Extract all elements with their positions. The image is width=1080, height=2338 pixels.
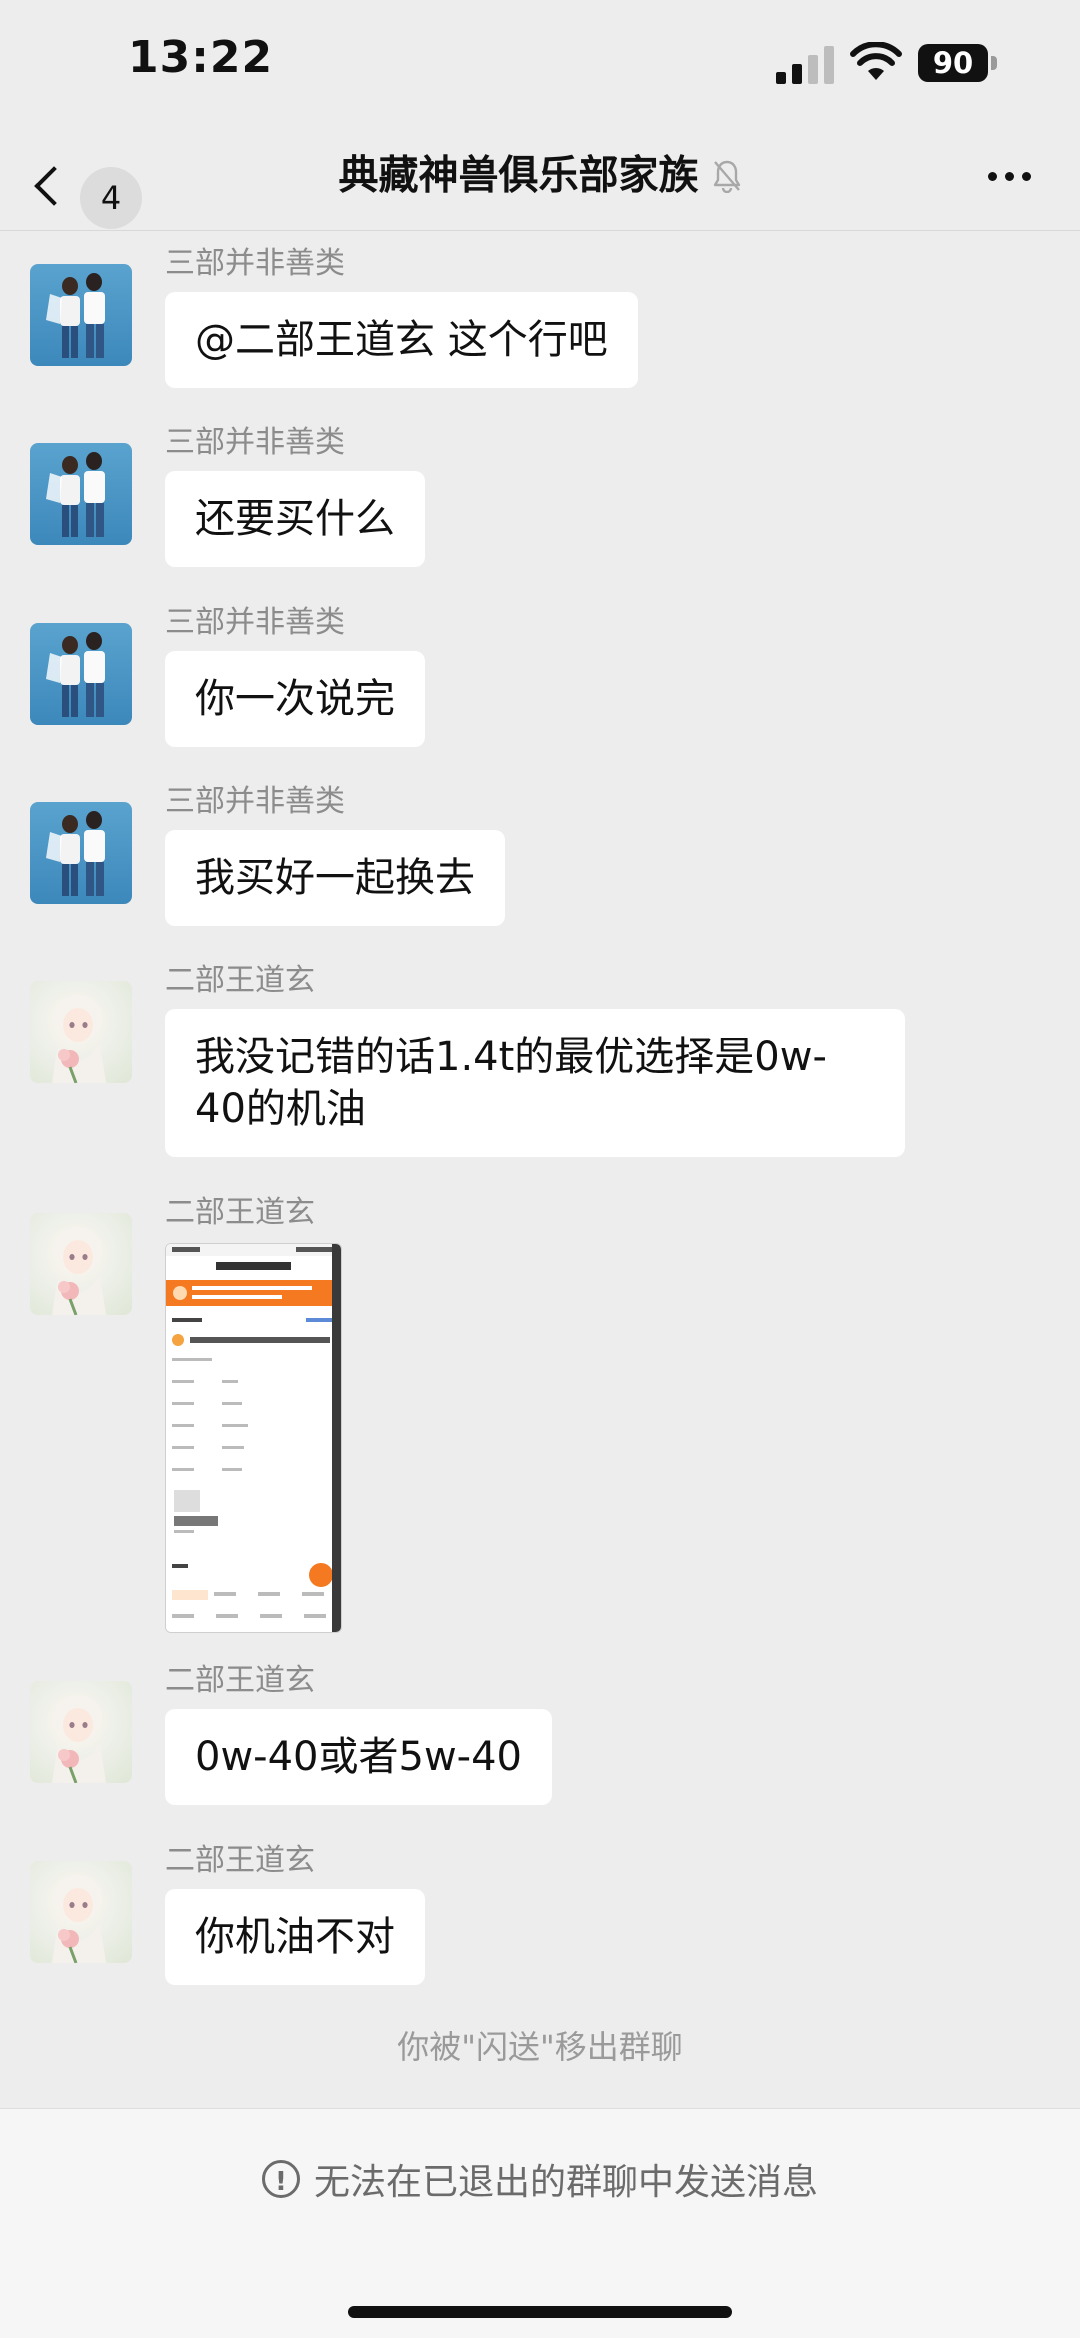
cannot-send-text: 无法在已退出的群聊中发送消息 <box>313 2162 818 2203</box>
message-bubble[interactable]: 我没记错的话1.4t的最优选择是0w-40的机油 <box>165 1009 905 1157</box>
sender-name: 三部并非善类 <box>165 605 345 640</box>
more-dot-icon <box>1022 172 1031 181</box>
back-chevron-icon <box>34 166 74 206</box>
sender-name: 二部王道玄 <box>165 1663 315 1698</box>
chat-header: 典藏神兽俱乐部家族 4 <box>0 120 1080 231</box>
cannot-send-notice: ! 无法在已退出的群聊中发送消息 <box>0 2153 1080 2205</box>
more-dot-icon <box>1005 172 1014 181</box>
sender-name: 二部王道玄 <box>165 963 315 998</box>
battery-level: 90 <box>918 44 988 82</box>
battery-icon: 90 <box>918 44 1002 82</box>
avatar[interactable] <box>30 1861 132 1963</box>
avatar[interactable] <box>30 1681 132 1783</box>
image-message-thumbnail[interactable] <box>165 1243 342 1633</box>
avatar[interactable] <box>30 264 132 366</box>
avatar[interactable] <box>30 1213 132 1315</box>
system-notice: 你被"闪送"移出群聊 <box>397 2028 683 2066</box>
sender-name: 二部王道玄 <box>165 1195 315 1230</box>
message-bubble[interactable]: 0w-40或者5w-40 <box>165 1709 552 1805</box>
sender-name: 三部并非善类 <box>165 246 345 281</box>
more-options-button[interactable] <box>980 150 1040 200</box>
chat-title-area: 典藏神兽俱乐部家族 <box>0 120 1080 230</box>
avatar[interactable] <box>30 623 132 725</box>
status-time: 13:22 <box>128 32 274 83</box>
cellular-signal-icon <box>776 46 834 84</box>
message-bubble[interactable]: @二部王道玄 这个行吧 <box>165 292 638 388</box>
message-bubble[interactable]: 我买好一起换去 <box>165 830 505 926</box>
sender-name: 三部并非善类 <box>165 784 345 819</box>
back-button[interactable]: 4 <box>30 142 150 229</box>
sender-name: 三部并非善类 <box>165 425 345 460</box>
chat-title: 典藏神兽俱乐部家族 <box>338 152 699 199</box>
wifi-icon <box>850 42 902 80</box>
message-bubble[interactable]: 你一次说完 <box>165 651 425 747</box>
mute-bell-icon <box>713 160 740 193</box>
more-dot-icon <box>988 172 997 181</box>
unread-count-badge: 4 <box>80 167 142 229</box>
info-icon: ! <box>261 2160 300 2198</box>
sender-name: 二部王道玄 <box>165 1843 315 1878</box>
avatar[interactable] <box>30 443 132 545</box>
message-bubble[interactable]: 还要买什么 <box>165 471 425 567</box>
status-bar: 13:22 90 <box>0 0 1080 120</box>
bottom-bar: ! 无法在已退出的群聊中发送消息 <box>0 2108 1080 2338</box>
avatar[interactable] <box>30 981 132 1083</box>
avatar[interactable] <box>30 802 132 904</box>
message-bubble[interactable]: 你机油不对 <box>165 1889 425 1985</box>
home-indicator[interactable] <box>348 2306 732 2318</box>
